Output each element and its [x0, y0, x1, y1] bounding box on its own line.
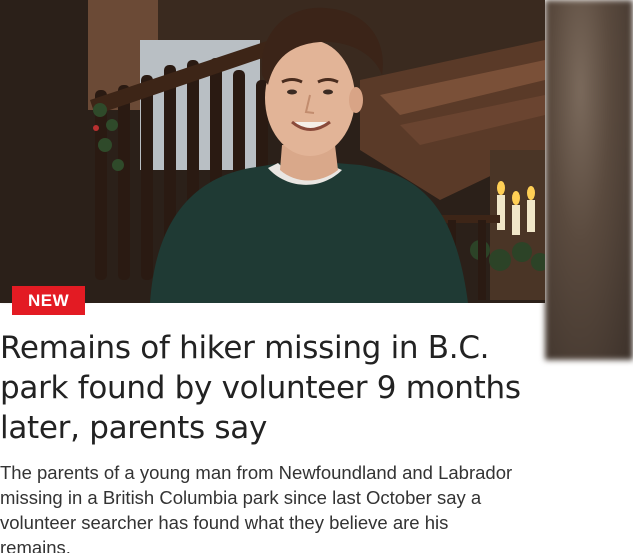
article-summary: The parents of a young man from Newfound…: [0, 462, 513, 553]
hero-photo-illustration: [0, 0, 545, 303]
background-blur-right: [545, 0, 633, 360]
article-card[interactable]: NEW Remains of hiker missing in B.C. par…: [0, 0, 633, 553]
new-badge: NEW: [12, 286, 86, 315]
article-headline[interactable]: Remains of hiker missing in B.C. park fo…: [0, 328, 560, 448]
hero-photo[interactable]: [0, 0, 545, 303]
